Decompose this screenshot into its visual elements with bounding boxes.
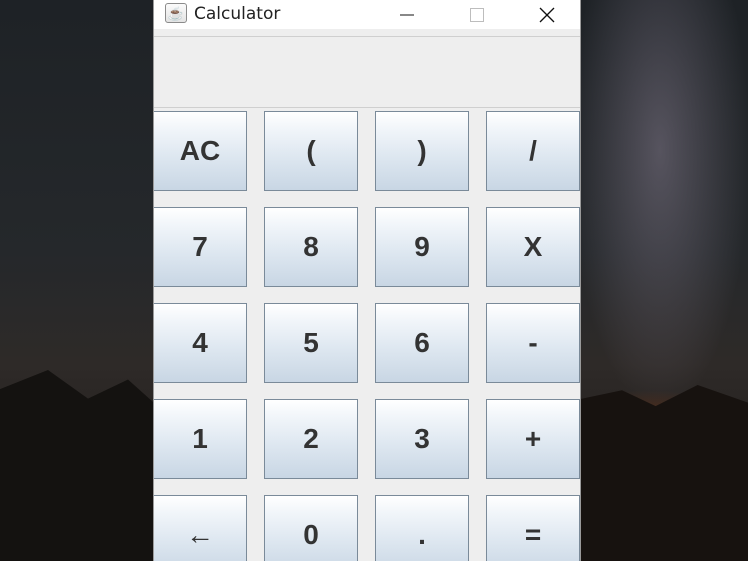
maximize-button[interactable] xyxy=(454,0,500,29)
desktop-mountain-left xyxy=(0,370,160,561)
window-title: Calculator xyxy=(194,4,281,24)
title-bar[interactable]: ☕ Calculator xyxy=(154,0,580,29)
digit-4-button[interactable]: 4 xyxy=(154,303,247,383)
minimize-button[interactable] xyxy=(384,0,430,29)
result-display xyxy=(154,36,580,108)
decimal-point-button[interactable]: . xyxy=(375,495,469,561)
minimize-icon xyxy=(400,14,414,15)
equals-button[interactable]: = xyxy=(486,495,580,561)
digit-0-button[interactable]: 0 xyxy=(264,495,358,561)
calculator-window: ☕ Calculator AC()/ 7 8 9 X 4 5 6- 1 2 3 + ← 0. = xyxy=(153,0,581,561)
maximize-icon xyxy=(470,7,484,22)
digit-2-button[interactable]: 2 xyxy=(264,399,358,479)
digit-1-button[interactable]: 1 xyxy=(154,399,247,479)
digit-9-button[interactable]: 9 xyxy=(375,207,469,287)
desktop-mountain-right xyxy=(580,385,748,561)
close-button[interactable] xyxy=(524,0,570,29)
all-clear-button[interactable]: AC xyxy=(154,111,247,191)
backspace-button[interactable]: ← xyxy=(154,495,247,561)
java-cup-icon: ☕ xyxy=(165,3,187,23)
add-button[interactable]: + xyxy=(486,399,580,479)
digit-8-button[interactable]: 8 xyxy=(264,207,358,287)
multiply-button[interactable]: X xyxy=(486,207,580,287)
digit-5-button[interactable]: 5 xyxy=(264,303,358,383)
close-icon xyxy=(539,7,555,22)
subtract-button[interactable]: - xyxy=(486,303,580,383)
digit-6-button[interactable]: 6 xyxy=(375,303,469,383)
digit-3-button[interactable]: 3 xyxy=(375,399,469,479)
digit-7-button[interactable]: 7 xyxy=(154,207,247,287)
open-paren-button[interactable]: ( xyxy=(264,111,358,191)
divide-button[interactable]: / xyxy=(486,111,580,191)
close-paren-button[interactable]: ) xyxy=(375,111,469,191)
